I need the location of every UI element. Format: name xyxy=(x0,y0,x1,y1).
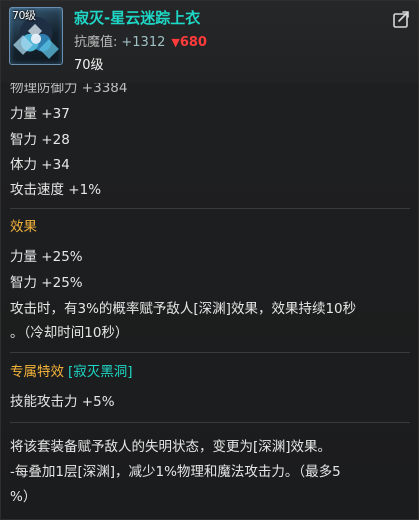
resist-label: 抗魔值: xyxy=(74,35,118,50)
stat-line: 智力 +28 xyxy=(10,132,70,148)
effect-title: 效果 xyxy=(10,219,37,235)
effect-line: 智力 +25% xyxy=(10,275,83,291)
share-icon[interactable] xyxy=(392,9,412,29)
tooltip-header: 70级 寂灭-星云迷踪上衣 抗魔值: +1312 ▼680 70级 xyxy=(1,1,418,83)
description-line: 将该套装备赋予敌人的失明状态，变更为[深渊]效果。 xyxy=(10,439,332,455)
down-arrow-icon: ▼ xyxy=(171,36,180,49)
stat-line: 攻击速度 +1% xyxy=(10,182,102,198)
required-level: 70级 xyxy=(74,58,104,73)
armor-coat-icon[interactable]: 70级 xyxy=(9,7,63,65)
description-line: %） xyxy=(10,489,37,505)
item-tooltip: 70级 寂灭-星云迷踪上衣 抗魔值: +1312 ▼680 70级 物理防御力 +3… xyxy=(0,0,419,520)
section-divider xyxy=(10,352,410,353)
effect-line: 攻击时，有3%的概率赋予敌人[深渊]效果，效果持续10秒 xyxy=(10,301,357,317)
effect-line: 。（冷却时间10秒） xyxy=(10,325,129,341)
section-divider xyxy=(10,422,410,423)
resist-down-value: 680 xyxy=(179,35,207,50)
special-line: 技能攻击力 +5% xyxy=(10,394,115,410)
effect-line: 力量 +25% xyxy=(10,249,83,265)
resist-row: 抗魔值: +1312 ▼680 xyxy=(74,35,207,51)
special-title: 专属特效 xyxy=(10,364,64,380)
section-divider xyxy=(10,208,410,209)
stat-line: 力量 +37 xyxy=(10,106,70,122)
resist-value: +1312 xyxy=(121,35,166,50)
stat-line: 体力 +34 xyxy=(10,157,70,173)
level-badge: 70级 xyxy=(12,9,36,22)
item-name: 寂灭-星云迷踪上衣 xyxy=(74,9,201,27)
special-tag: [寂灭黑洞] xyxy=(68,364,133,380)
description-line: -每叠加1层[深渊]，减少1%物理和魔法攻击力。（最多5 xyxy=(10,464,341,480)
special-title-row: 专属特效 [寂灭黑洞] xyxy=(10,363,133,381)
